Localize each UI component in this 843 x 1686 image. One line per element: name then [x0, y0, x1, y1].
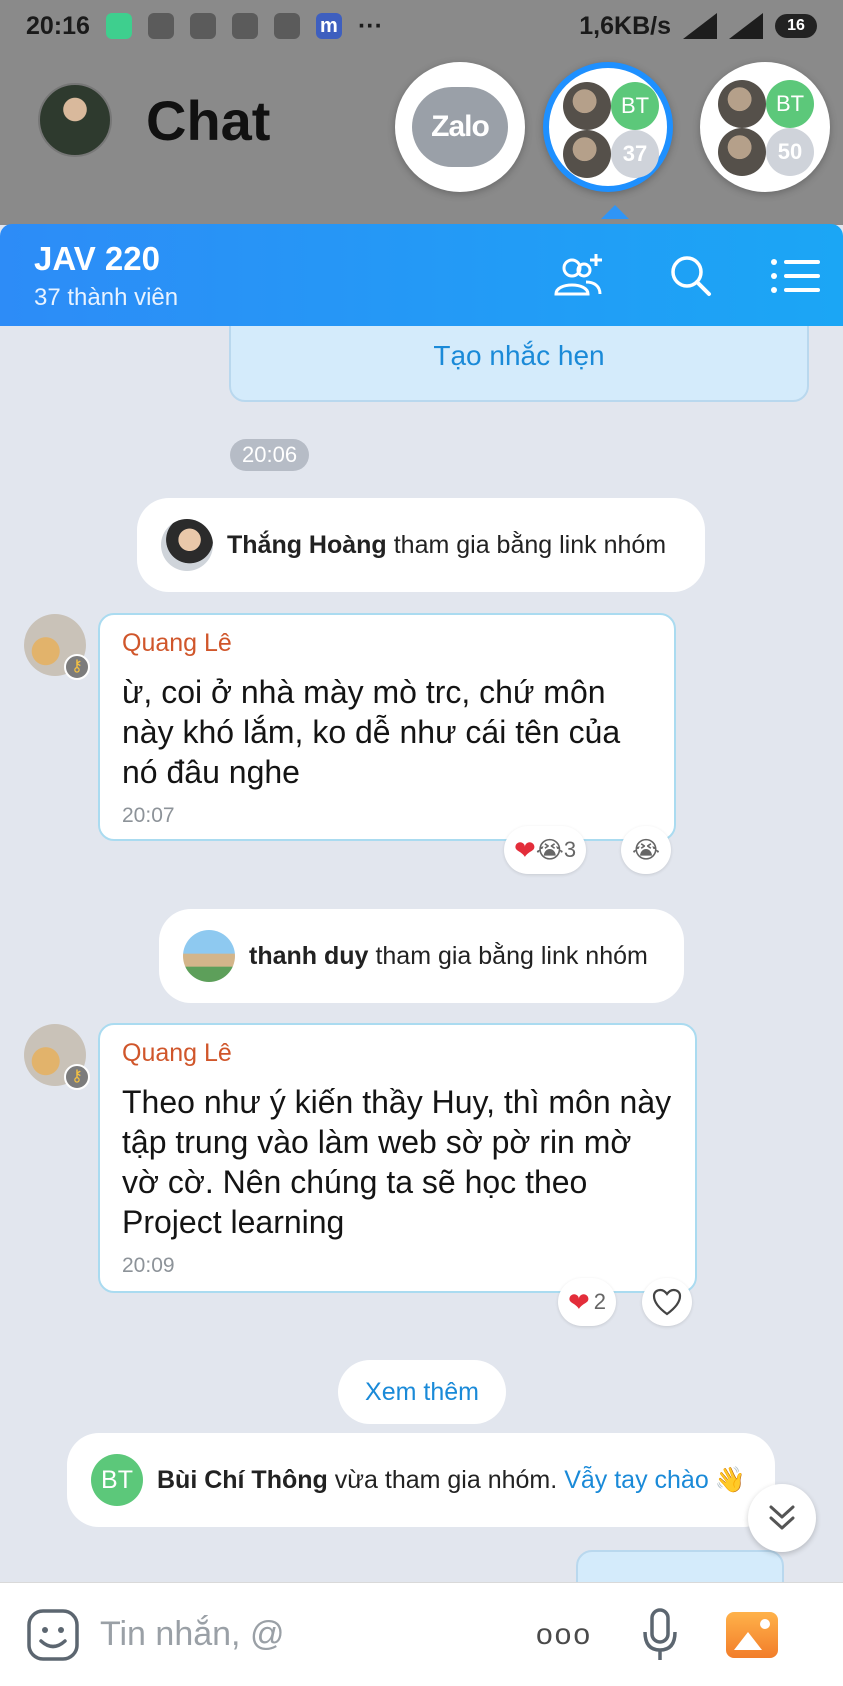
battery-icon: 16	[775, 14, 817, 38]
news-notification-icon	[147, 13, 174, 39]
member-count-badge: 50	[766, 128, 814, 176]
group-header: JAV 220 37 thành viên	[0, 224, 843, 326]
key-icon: ⚷	[64, 1064, 90, 1090]
message-text: ừ, coi ở nhà mày mò trc, chứ môn này khó…	[122, 674, 621, 790]
time-separator: 20:06	[230, 439, 310, 471]
message-sender[interactable]: Quang Lê	[122, 629, 652, 658]
reaction-summary[interactable]: ❤ 😭 3	[504, 826, 587, 874]
reaction-count: 2	[593, 1289, 607, 1314]
message-sender[interactable]: Quang Lê	[122, 1039, 673, 1068]
outgoing-message-partial[interactable]	[576, 1550, 784, 1582]
member-initials-avatar: BT	[766, 80, 814, 128]
search-icon[interactable]	[663, 248, 719, 304]
event-text: tham gia bằng link nhóm	[375, 941, 648, 970]
status-time: 20:16	[26, 11, 90, 40]
member-avatar	[718, 128, 766, 176]
message-input-bar: ooo	[0, 1582, 843, 1686]
download-icon	[273, 13, 300, 39]
member-joined-card: BT Bùi Chí Thông vừa tham gia nhóm. Vẫy …	[67, 1433, 775, 1527]
message-time: 20:07	[122, 804, 175, 827]
see-more-button[interactable]: Xem thêm	[338, 1360, 506, 1424]
joined-text: vừa tham gia nhóm.	[334, 1465, 558, 1494]
member-avatar	[718, 80, 766, 128]
heart-icon: ❤	[568, 1286, 590, 1317]
message-bubble[interactable]: Quang Lê Theo như ý kiến thầy Huy, thì m…	[98, 1023, 697, 1293]
waving-hand-icon: 👋	[714, 1465, 746, 1494]
event-user-name[interactable]: thanh duy	[249, 942, 368, 971]
member-avatar	[563, 82, 611, 130]
m-app-icon: m	[315, 13, 342, 39]
event-user-avatar[interactable]	[183, 930, 235, 982]
join-event-card: thanh duy tham gia bằng link nhóm	[159, 909, 684, 1003]
more-options-icon[interactable]: ooo	[536, 1618, 592, 1652]
group-chat-head-active[interactable]: BT 37	[543, 62, 673, 192]
event-user-name[interactable]: Thắng Hoàng	[227, 531, 387, 560]
app-notification-icon	[105, 13, 132, 39]
create-reminder-button[interactable]: Tạo nhắc hẹn	[231, 340, 807, 372]
menu-icon[interactable]	[768, 248, 824, 304]
key-icon: ⚷	[64, 654, 90, 680]
reaction-summary[interactable]: ❤ 2	[558, 1278, 617, 1326]
member-initials-avatar: BT	[611, 82, 659, 130]
sender-avatar[interactable]: ⚷	[24, 1024, 90, 1090]
sender-avatar[interactable]: ⚷	[24, 614, 90, 680]
wave-hello-link[interactable]: Vẫy tay chào	[564, 1466, 709, 1495]
event-text: tham gia bằng link nhóm	[393, 530, 667, 559]
payment-notification-icon	[189, 13, 216, 39]
network-speed: 1,6KB/s	[579, 11, 671, 40]
react-button[interactable]: 😭	[621, 826, 671, 874]
momo-notification-icon	[231, 13, 258, 39]
heart-icon: ❤	[514, 834, 536, 865]
signal-icon	[683, 13, 717, 39]
heart-outline-icon	[652, 1288, 682, 1316]
message-text: Theo như ý kiến thầy Huy, thì môn này tậ…	[122, 1084, 672, 1240]
like-button[interactable]	[642, 1278, 692, 1326]
reaction-count: 3	[563, 837, 577, 862]
more-notifications-icon: ···	[357, 11, 383, 40]
message-time: 20:09	[122, 1254, 175, 1277]
reminder-card: Tạo nhắc hẹn	[229, 326, 809, 402]
event-user-avatar[interactable]	[161, 519, 213, 571]
new-member-name[interactable]: Bùi Chí Thông	[157, 1466, 328, 1495]
zalo-logo-icon: Zalo	[412, 87, 508, 167]
group-chat-head[interactable]: BT 50	[700, 62, 830, 192]
photo-gallery-icon[interactable]	[726, 1611, 779, 1658]
status-bar: 20:16 m ··· 1,6KB/s 16	[0, 0, 843, 52]
wifi-icon	[729, 13, 763, 39]
chat-list-title: Chat	[146, 88, 271, 152]
message-bubble[interactable]: Quang Lê ừ, coi ở nhà mày mò trc, chứ mô…	[98, 613, 676, 841]
member-count-badge: 37	[611, 130, 659, 178]
add-member-icon[interactable]	[550, 248, 606, 304]
join-event-card: Thắng Hoàng tham gia bằng link nhóm	[137, 498, 705, 592]
sticker-icon[interactable]	[26, 1608, 80, 1662]
message-input[interactable]	[100, 1615, 530, 1654]
new-member-avatar[interactable]: BT	[91, 1454, 143, 1506]
chat-head-pointer	[601, 205, 629, 219]
double-chevron-down-icon	[769, 1505, 795, 1530]
crying-face-icon: 😭	[535, 836, 564, 864]
member-avatar	[563, 130, 611, 178]
microphone-icon[interactable]	[642, 1607, 678, 1662]
profile-avatar[interactable]	[38, 83, 112, 157]
scroll-to-bottom-button[interactable]	[748, 1484, 816, 1552]
crying-face-icon: 😭	[631, 836, 661, 864]
message-list[interactable]: Tạo nhắc hẹn 20:06 Thắng Hoàng tham gia …	[0, 326, 843, 1582]
zalo-chat-head[interactable]: Zalo	[395, 62, 525, 192]
